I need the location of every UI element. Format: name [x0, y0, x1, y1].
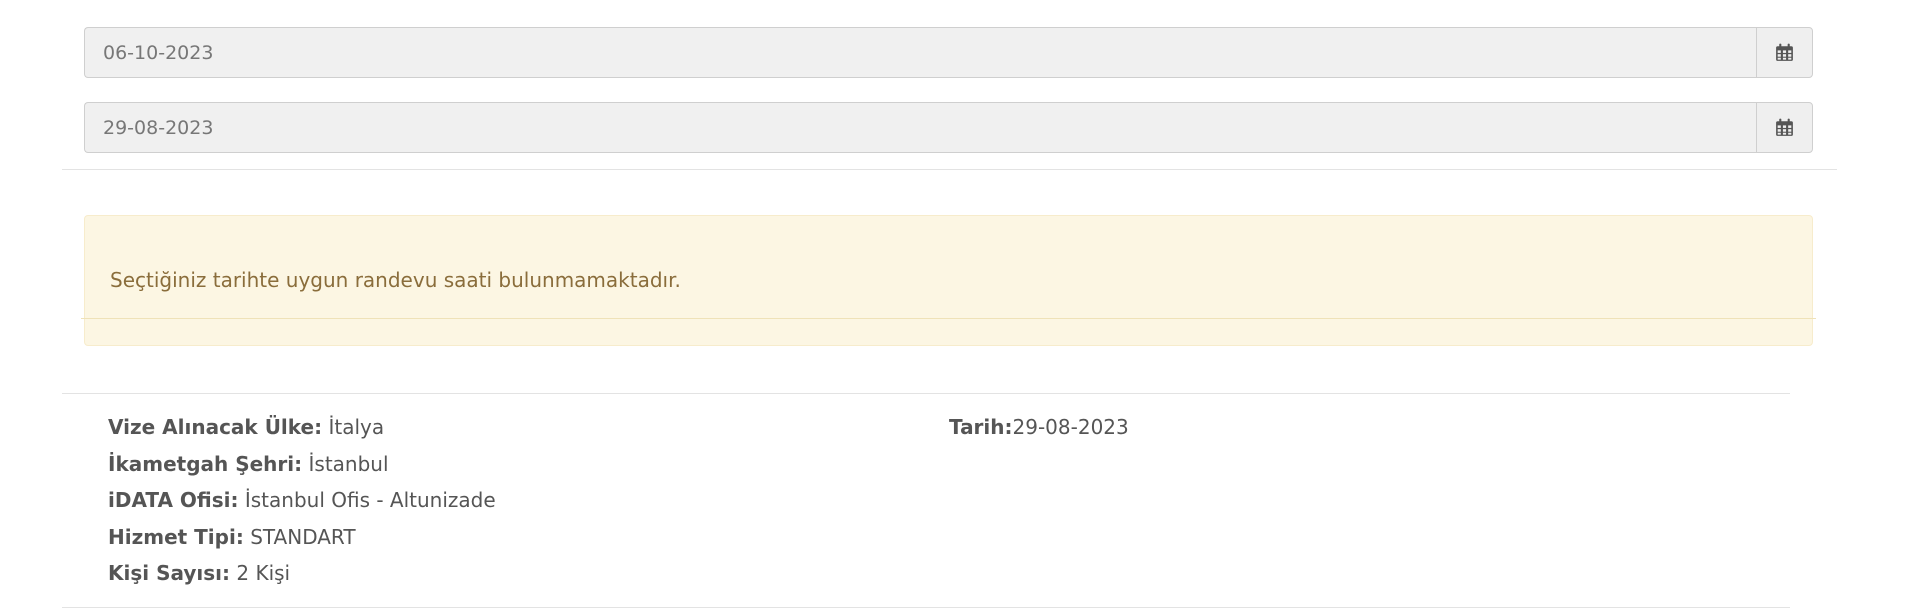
selected-date-input[interactable] — [84, 102, 1756, 153]
divider — [62, 607, 1790, 608]
summary-label: Vize Alınacak Ülke: — [108, 415, 323, 439]
summary-label: iDATA Ofisi: — [108, 488, 239, 512]
selected-date-calendar-button[interactable] — [1756, 102, 1813, 153]
divider — [62, 393, 1790, 394]
summary-value: İstanbul Ofis - Altunizade — [238, 488, 496, 512]
divider — [62, 169, 1837, 170]
start-date-calendar-button[interactable] — [1756, 27, 1813, 78]
appointment-page: Seçtiğiniz tarihte uygun randevu saati b… — [0, 0, 1912, 613]
summary-value: İtalya — [322, 415, 385, 439]
summary-persons: Kişi Sayısı: 2 Kişi — [108, 557, 496, 594]
appointment-summary: Vize Alınacak Ülke: İtalya İkametgah Şeh… — [108, 411, 496, 594]
no-slots-alert: Seçtiğiniz tarihte uygun randevu saati b… — [81, 215, 1816, 346]
calendar-icon — [1776, 118, 1793, 136]
summary-value: 2 Kişi — [230, 561, 291, 585]
summary-country: Vize Alınacak Ülke: İtalya — [108, 411, 496, 448]
alert-divider — [81, 318, 1816, 319]
summary-date: Tarih:29-08-2023 — [949, 411, 1129, 448]
alert-message: Seçtiğiniz tarihte uygun randevu saati b… — [110, 268, 681, 292]
summary-value: İstanbul — [302, 451, 389, 476]
summary-label: Hizmet Tipi: — [108, 524, 244, 549]
summary-label: İkametgah Şehri: — [108, 451, 303, 476]
selected-date-group — [84, 102, 1813, 153]
summary-value: STANDART — [243, 524, 356, 549]
summary-value: 29-08-2023 — [1012, 415, 1129, 439]
summary-office: iDATA Ofisi: İstanbul Ofis - Altunizade — [108, 484, 496, 521]
summary-label: Tarih: — [949, 415, 1013, 439]
summary-label: Kişi Sayısı: — [108, 561, 231, 585]
summary-city: İkametgah Şehri: İstanbul — [108, 448, 496, 485]
summary-service: Hizmet Tipi: STANDART — [108, 521, 496, 558]
appointment-date-summary: Tarih:29-08-2023 — [949, 411, 1129, 448]
start-date-input[interactable] — [84, 27, 1756, 78]
start-date-group — [84, 27, 1813, 78]
calendar-icon — [1776, 43, 1793, 61]
